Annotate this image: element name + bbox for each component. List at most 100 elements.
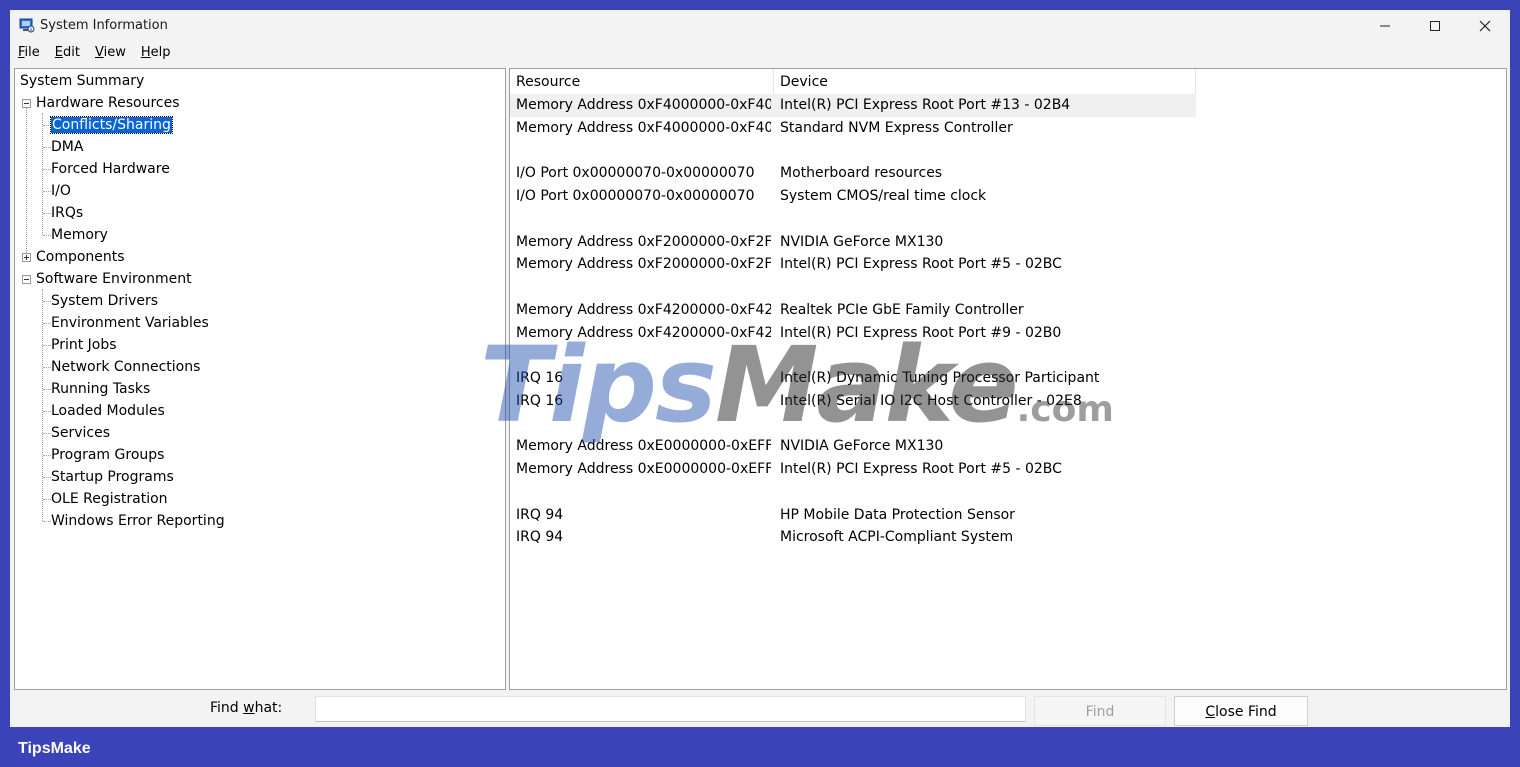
resource-cell: Memory Address 0xF2000000-0xF2FFF... [516,233,771,250]
find-label-accel: w [243,700,255,716]
tree-item-print-jobs[interactable]: Print Jobs [51,335,117,355]
title-bar[interactable]: System Information [10,10,1510,42]
table-row[interactable] [510,344,1196,367]
table-row[interactable]: Memory Address 0xF4200000-0xF4203... Real… [510,299,1196,322]
tree-item-environment-variables[interactable]: Environment Variables [51,313,209,333]
tree-item-network-connections[interactable]: Network Connections [51,357,200,377]
menu-help-accel: H [140,45,151,60]
resource-cell: I/O Port 0x00000070-0x00000070 [516,188,755,204]
tree-line [26,107,27,261]
tree-item-dma[interactable]: DMA [51,137,83,157]
tree-item-label: Components [36,249,125,265]
find-button[interactable]: Find [1034,696,1166,726]
table-row[interactable] [510,413,1196,436]
close-find-rest: lose Find [1215,704,1277,720]
tree-item-program-groups[interactable]: Program Groups [51,445,164,465]
tree-item-label: Hardware Resources [36,95,180,111]
tree-line [43,147,51,148]
table-row[interactable]: IRQ 94 Microsoft ACPI-Compliant System [510,526,1196,549]
table-row[interactable]: Memory Address 0xF4200000-0xF4203... Inte… [510,322,1196,345]
table-row[interactable] [510,208,1196,231]
tree-item-system-drivers[interactable]: System Drivers [51,291,158,311]
table-row[interactable]: IRQ 16 Intel(R) Dynamic Tuning Processor … [510,367,1196,390]
table-row[interactable] [510,276,1196,299]
tree-item-startup-programs[interactable]: Startup Programs [51,467,174,487]
tree-item-loaded-modules[interactable]: Loaded Modules [51,401,165,421]
menu-view-rest: iew [103,45,126,60]
tree-line [42,113,43,235]
menu-view[interactable]: View [87,42,133,64]
resource-cell: Memory Address 0xF4000000-0xF40FF... [516,119,771,136]
window-title: System Information [40,18,168,33]
tree-item-software-environment[interactable]: Software Environment [36,269,192,289]
table-row[interactable]: Memory Address 0xF2000000-0xF2FFF... Inte… [510,253,1196,276]
table-row[interactable] [510,140,1196,163]
menu-file-rest: ile [24,45,40,60]
tree-item-hardware-resources[interactable]: Hardware Resources [36,93,180,113]
device-cell: Motherboard resources [780,165,943,182]
collapse-icon[interactable] [22,275,31,284]
tree-item-label: Forced Hardware [51,161,170,177]
maximize-icon [1430,21,1440,31]
tree-item-conflicts-sharing[interactable]: Conflicts/Sharing [50,115,173,135]
tree-item-components[interactable]: Components [36,247,125,267]
tree-line [43,521,51,522]
tree-item-services[interactable]: Services [51,423,110,443]
resource-cell: Memory Address 0xF2000000-0xF2FFF... [516,256,771,273]
menu-edit[interactable]: Edit [47,42,87,64]
maximize-button[interactable] [1410,10,1460,42]
column-header-device[interactable]: Device [774,69,1196,95]
table-row[interactable]: Memory Address 0xF4000000-0xF40FF... Inte… [510,94,1196,117]
tree-item-running-tasks[interactable]: Running Tasks [51,379,150,399]
tree-line [43,125,51,126]
table-row[interactable]: IRQ 94 HP Mobile Data Protection Sensor [510,504,1196,527]
table-row[interactable]: I/O Port 0x00000070-0x00000070 System CMO… [510,185,1196,208]
table-row[interactable]: Memory Address 0xF2000000-0xF2FFF... NVID… [510,231,1196,254]
tree-item-ole-registration[interactable]: OLE Registration [51,489,168,509]
find-label-pre: Find [210,700,244,716]
find-what-input[interactable] [315,696,1026,722]
table-row[interactable]: Memory Address 0xF4000000-0xF40FF... Stan… [510,117,1196,140]
menu-help[interactable]: Help [133,42,178,64]
tree-item-label: System Drivers [51,293,159,309]
tree-item-irqs[interactable]: IRQs [51,203,83,223]
tree-line [43,323,51,324]
tree-item-i-o[interactable]: I/O [51,181,71,201]
minimize-button[interactable] [1360,10,1410,42]
tree-line [43,499,51,500]
tree-item-label: Environment Variables [51,315,209,331]
tree-item-label: OLE Registration [51,491,168,507]
resource-cell: I/O Port 0x00000070-0x00000070 [516,165,755,182]
tree-item-label: Memory [51,227,108,243]
tree-item-windows-error-reporting[interactable]: Windows Error Reporting [51,511,225,531]
device-cell: Intel(R) Dynamic Tuning Processor Partic… [780,370,1100,386]
tree-item-label: Windows Error Reporting [51,513,225,529]
find-bar: Find what: Find Close Find [10,692,1510,727]
table-row[interactable] [510,481,1196,504]
tree-item-memory[interactable]: Memory [51,225,108,245]
tree-item-label: I/O [51,183,71,199]
tree-item-label: Services [51,425,111,441]
table-row[interactable]: Memory Address 0xE0000000-0xEFFFF... NVID… [510,435,1196,458]
table-row[interactable]: IRQ 16 Intel(R) Serial IO I2C Host Contro… [510,390,1196,413]
table-row[interactable]: Memory Address 0xE0000000-0xEFFFF... Inte… [510,458,1196,481]
table-row[interactable]: I/O Port 0x00000070-0x00000070 Motherboar… [510,162,1196,185]
column-header-resource[interactable]: Resource [510,69,774,95]
tree-line [43,455,51,456]
collapse-icon[interactable] [22,99,31,108]
device-cell: Intel(R) PCI Express Root Port #13 - 02B… [780,97,1071,113]
close-button[interactable] [1460,10,1510,42]
category-tree-pane[interactable]: System Summary Hardware Resources Confli… [14,68,506,690]
tree-line [43,367,51,368]
tree-item-forced-hardware[interactable]: Forced Hardware [51,159,170,179]
resource-cell: IRQ 94 [516,529,564,546]
expand-icon[interactable] [22,253,31,262]
close-icon [1479,20,1491,32]
details-list-pane[interactable]: Resource Device Memory Address 0xF400000… [509,68,1507,690]
menu-bar: File Edit View Help [10,42,1510,64]
tree-line [43,169,51,170]
tree-item-system-summary[interactable]: System Summary [20,71,144,91]
menu-file[interactable]: File [10,42,47,64]
close-find-button[interactable]: Close Find [1174,696,1308,726]
find-label-post: hat: [254,700,283,716]
